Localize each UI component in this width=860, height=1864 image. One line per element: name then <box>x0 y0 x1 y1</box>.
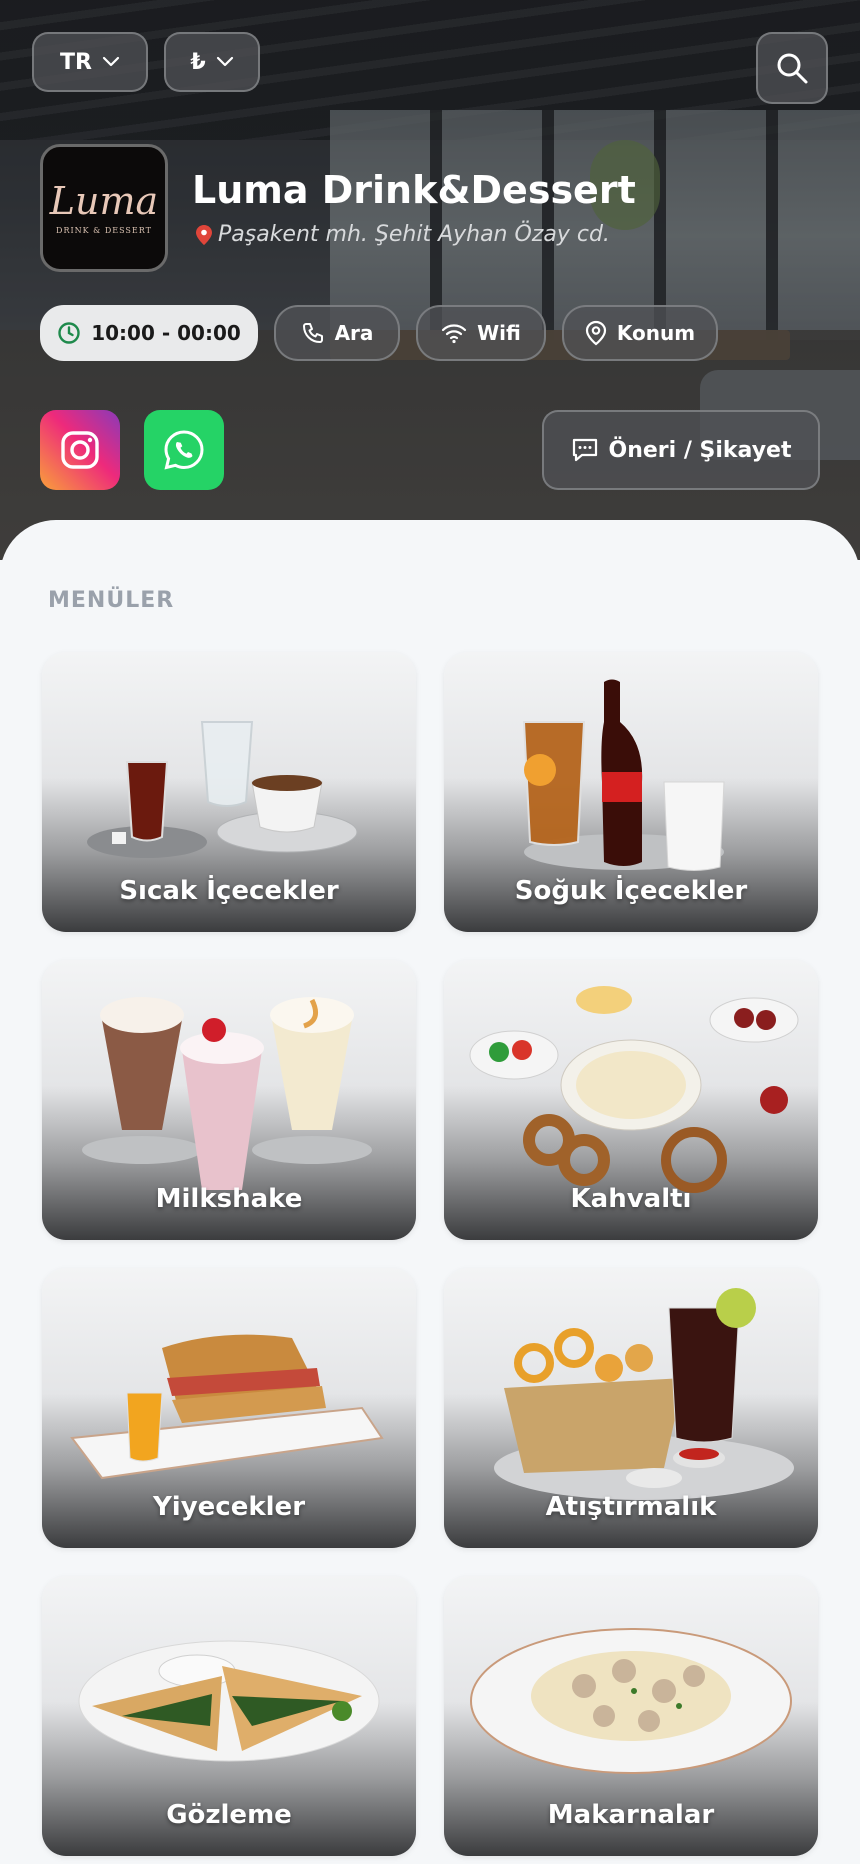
menu-card-sicak-icecekler[interactable]: Sıcak İçecekler <box>42 652 416 932</box>
instagram-button[interactable] <box>40 410 120 490</box>
phone-icon <box>302 323 323 343</box>
menu-card-label: Gözleme <box>166 1800 292 1830</box>
menu-sheet: MENÜLER Sıcak İçecekler Soğuk İçecekler <box>0 520 860 1864</box>
search-button[interactable] <box>756 32 828 104</box>
feedback-label: Öneri / Şikayet <box>608 437 792 463</box>
location-icon <box>585 320 606 346</box>
menu-card-label: Sıcak İçecekler <box>119 876 339 906</box>
menu-card-label: Makarnalar <box>547 1800 715 1830</box>
location-button[interactable]: Konum <box>562 305 718 361</box>
call-button[interactable]: Ara <box>274 305 400 361</box>
currency-selector[interactable]: ₺ <box>164 32 260 92</box>
feedback-button[interactable]: Öneri / Şikayet <box>542 410 820 490</box>
call-label: Ara <box>334 321 374 345</box>
business-address: Paşakent mh. Şehit Ayhan Özay cd. <box>196 222 610 247</box>
menu-card-soguk-icecekler[interactable]: Soğuk İçecekler <box>444 652 818 932</box>
wifi-button[interactable]: Wifi <box>416 305 546 361</box>
instagram-icon <box>61 431 99 469</box>
hero-header: TR ₺ Luma DRINK & DESSERT Luma Drink&Des… <box>0 0 860 560</box>
menus-section-title: MENÜLER <box>48 588 175 613</box>
menu-card-makarnalar[interactable]: Makarnalar <box>444 1576 818 1856</box>
chevron-down-icon <box>216 56 233 67</box>
search-icon <box>777 53 808 84</box>
business-name: Luma Drink&Dessert <box>192 168 636 212</box>
menu-card-label: Milkshake <box>155 1184 303 1214</box>
whatsapp-button[interactable] <box>144 410 224 490</box>
language-label: TR <box>60 49 92 75</box>
menu-card-label: Atıştırmalık <box>545 1492 717 1522</box>
menu-card-milkshake[interactable]: Milkshake <box>42 960 416 1240</box>
wifi-label: Wifi <box>477 321 521 345</box>
clock-icon <box>58 322 80 344</box>
menu-card-atistirmalik[interactable]: Atıştırmalık <box>444 1268 818 1548</box>
currency-label: ₺ <box>190 49 206 75</box>
whatsapp-icon <box>164 430 204 470</box>
menu-card-label: Yiyecekler <box>152 1492 306 1522</box>
menu-card-label: Kahvaltı <box>570 1184 692 1214</box>
wifi-icon <box>442 324 467 344</box>
menu-card-yiyecekler[interactable]: Yiyecekler <box>42 1268 416 1548</box>
address-text: Paşakent mh. Şehit Ayhan Özay cd. <box>218 222 610 247</box>
chevron-down-icon <box>102 56 120 67</box>
chat-message-icon <box>572 438 597 462</box>
menu-card-label: Soğuk İçecekler <box>514 876 748 906</box>
business-logo: Luma DRINK & DESSERT <box>40 144 168 272</box>
language-selector[interactable]: TR <box>32 32 148 92</box>
menu-card-gozleme[interactable]: Gözleme <box>42 1576 416 1856</box>
location-label: Konum <box>616 321 696 345</box>
opening-hours-badge: 10:00 - 00:00 <box>40 305 258 361</box>
map-pin-icon <box>196 224 212 245</box>
hours-text: 10:00 - 00:00 <box>91 321 241 345</box>
menu-card-kahvalti[interactable]: Kahvaltı <box>444 960 818 1240</box>
